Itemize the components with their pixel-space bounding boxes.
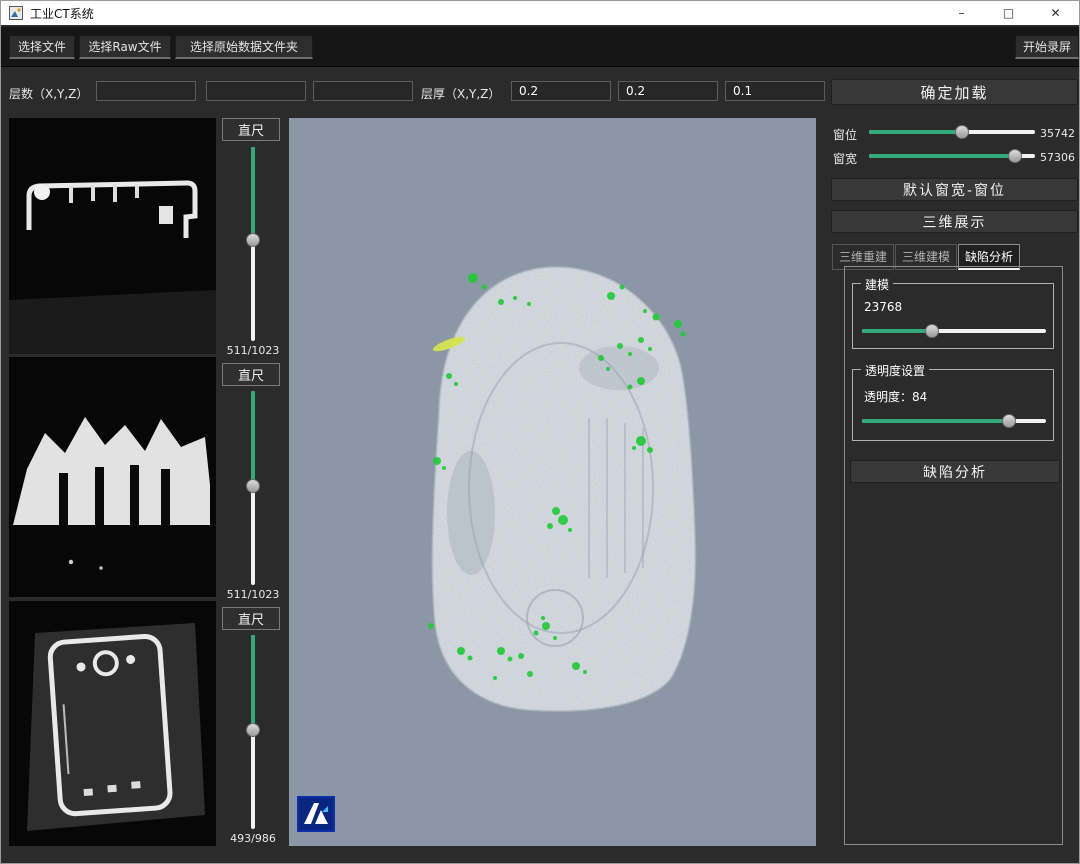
- transparency-groupbox: 透明度设置 透明度：84: [852, 369, 1054, 441]
- slice-1-slider-handle[interactable]: [246, 233, 260, 247]
- viewport-3d[interactable]: [289, 118, 816, 846]
- brand-logo-icon: [297, 796, 335, 832]
- layer-z-input[interactable]: [313, 81, 413, 101]
- modeling-groupbox: 建模 23768: [852, 283, 1054, 349]
- slice-1-image: [9, 118, 216, 354]
- transparency-label: 透明度：84: [864, 388, 927, 405]
- thickness-z-input[interactable]: [725, 81, 825, 101]
- slice-2-ruler-button[interactable]: 直尺: [222, 363, 280, 386]
- slice-2-image: [9, 357, 216, 597]
- minimize-button[interactable]: –: [938, 1, 985, 25]
- select-folder-button[interactable]: 选择原始数据文件夹: [175, 35, 313, 59]
- slice-2-slider[interactable]: [246, 391, 260, 585]
- slice-2-slider-handle[interactable]: [246, 479, 260, 493]
- thickness-x-input[interactable]: [511, 81, 611, 101]
- modeling-slider-handle[interactable]: [925, 324, 939, 338]
- transparency-slider[interactable]: [862, 414, 1046, 428]
- window-level-slider-handle[interactable]: [955, 125, 969, 139]
- select-raw-button[interactable]: 选择Raw文件: [79, 35, 171, 59]
- slice-2-position: 511/1023: [215, 588, 291, 601]
- window-width-slider[interactable]: [869, 149, 1035, 163]
- confirm-load-button[interactable]: 确定加载: [831, 79, 1078, 105]
- modeling-group-title: 建模: [861, 276, 893, 293]
- default-ww-wl-button[interactable]: 默认窗宽-窗位: [831, 178, 1078, 201]
- modeling-slider[interactable]: [862, 324, 1046, 338]
- window-level-label: 窗位: [833, 126, 857, 143]
- slice-3-slider[interactable]: [246, 635, 260, 829]
- defect-analysis-panel: [844, 266, 1063, 845]
- maximize-button[interactable]: □: [985, 1, 1032, 25]
- modeling-value: 23768: [864, 300, 902, 314]
- window-width-label: 窗宽: [833, 150, 857, 167]
- slice-3-slider-handle[interactable]: [246, 723, 260, 737]
- window-level-value: 35742: [1040, 127, 1075, 140]
- slice-3-ruler-button[interactable]: 直尺: [222, 607, 280, 630]
- thickness-label: 层厚（X,Y,Z）: [421, 85, 500, 102]
- window-controls: – □ ✕: [938, 1, 1079, 25]
- title-bar: 工业CT系统 – □ ✕: [1, 1, 1079, 25]
- slice-1-ruler-button[interactable]: 直尺: [222, 118, 280, 141]
- ct-volume-render: [289, 118, 816, 846]
- transparency-slider-handle[interactable]: [1002, 414, 1016, 428]
- select-file-button[interactable]: 选择文件: [9, 35, 75, 59]
- slice-3-position: 493/986: [215, 832, 291, 845]
- window-title: 工业CT系统: [30, 5, 94, 22]
- layer-x-input[interactable]: [96, 81, 196, 101]
- window-width-value: 57306: [1040, 151, 1075, 164]
- app-icon: [9, 6, 23, 20]
- window-width-slider-handle[interactable]: [1008, 149, 1022, 163]
- close-button[interactable]: ✕: [1032, 1, 1079, 25]
- window-level-slider[interactable]: [869, 125, 1035, 139]
- slice-3-image: [9, 601, 216, 846]
- slice-1-position: 511/1023: [215, 344, 291, 357]
- show-3d-button[interactable]: 三维展示: [831, 210, 1078, 233]
- start-record-button[interactable]: 开始录屏: [1015, 35, 1079, 59]
- layer-y-input[interactable]: [206, 81, 306, 101]
- slice-1-slider[interactable]: [246, 147, 260, 341]
- thickness-y-input[interactable]: [618, 81, 718, 101]
- transparency-group-title: 透明度设置: [861, 362, 929, 379]
- app-window: 工业CT系统 – □ ✕ 选择文件 选择Raw文件 选择原始数据文件夹 开始录屏…: [0, 0, 1080, 864]
- layers-label: 层数（X,Y,Z）: [9, 85, 88, 102]
- defect-analysis-button[interactable]: 缺陷分析: [850, 460, 1060, 483]
